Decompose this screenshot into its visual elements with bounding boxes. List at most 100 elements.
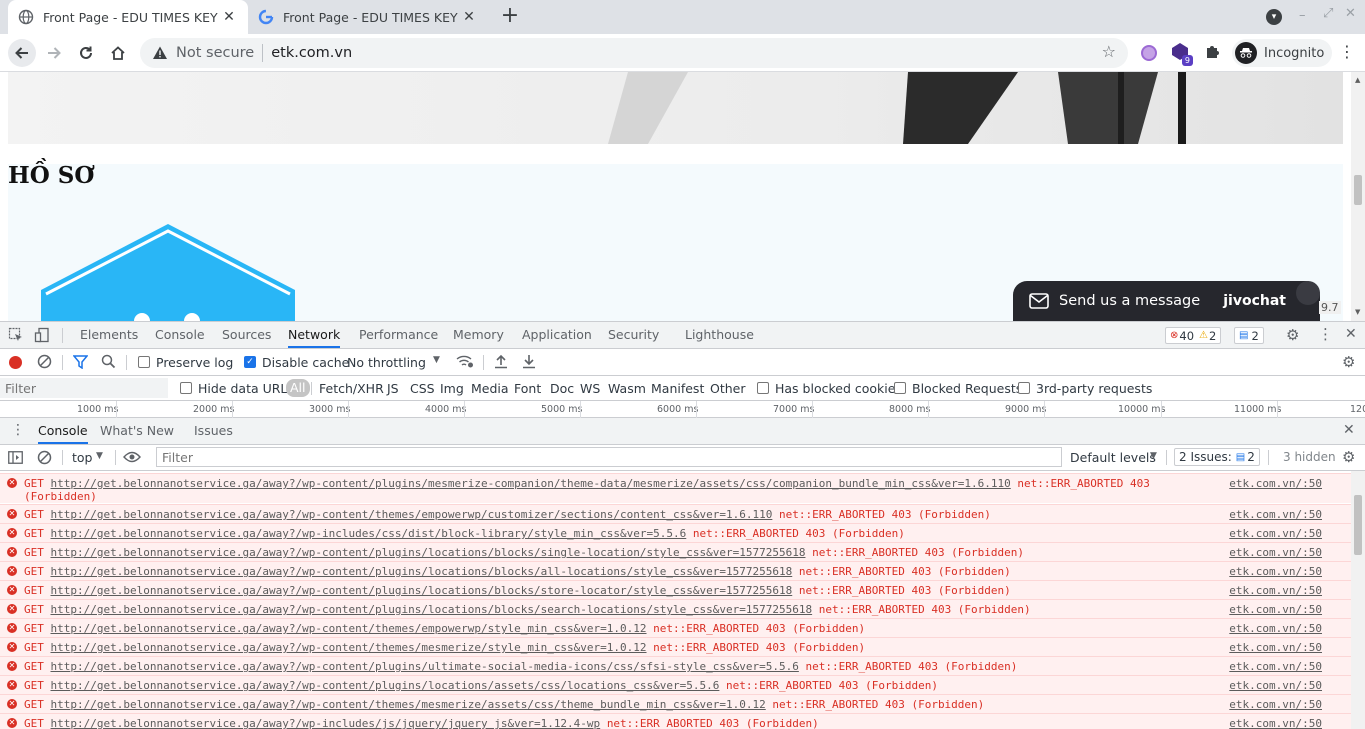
request-url[interactable]: http://get.belonnanotservice.ga/away?/wp… — [51, 508, 773, 521]
source-link[interactable]: etk.com.vn/:50 — [1229, 679, 1322, 692]
type-filter-media[interactable]: Media — [471, 381, 509, 396]
source-link[interactable]: etk.com.vn/:50 — [1229, 584, 1322, 597]
type-filter-doc[interactable]: Doc — [550, 381, 574, 396]
console-message[interactable]: ✕ GET http://get.belonnanotservice.ga/aw… — [0, 713, 1351, 729]
eye-icon[interactable] — [123, 451, 141, 466]
source-link[interactable]: etk.com.vn/:50 — [1229, 565, 1322, 578]
type-filter-js[interactable]: JS — [387, 381, 399, 396]
record-button[interactable] — [9, 356, 22, 369]
network-filter-input[interactable] — [5, 379, 163, 397]
console-message[interactable]: ✕ GET http://get.belonnanotservice.ga/aw… — [0, 618, 1351, 637]
console-message[interactable]: ✕ GET http://get.belonnanotservice.ga/aw… — [0, 561, 1351, 580]
chevron-down-icon[interactable]: ▼ — [1150, 451, 1157, 461]
sidebar-toggle-icon[interactable] — [8, 451, 23, 467]
tab-application[interactable]: Application — [522, 322, 592, 348]
blocked-cookies-checkbox[interactable] — [757, 382, 769, 394]
console-settings-icon[interactable]: ⚙ — [1342, 448, 1355, 466]
tab-search-icon[interactable]: ▾ — [1266, 9, 1282, 25]
chevron-down-icon[interactable]: ▼ — [433, 355, 440, 365]
request-url[interactable]: http://get.belonnanotservice.ga/away?/wp… — [51, 546, 806, 559]
type-filter-manifest[interactable]: Manifest — [651, 381, 704, 396]
type-filter-xhr[interactable]: Fetch/XHR — [319, 381, 384, 396]
search-icon[interactable] — [101, 354, 116, 372]
scrollbar-thumb[interactable] — [1354, 175, 1362, 205]
tab-lighthouse[interactable]: Lighthouse — [685, 322, 754, 348]
drawer-menu-icon[interactable]: ⋮ — [11, 422, 25, 438]
preserve-log-checkbox[interactable] — [138, 356, 150, 368]
request-url[interactable]: http://get.belonnanotservice.ga/away?/wp… — [51, 679, 720, 692]
console-message[interactable]: ✕ GET http://get.belonnanotservice.ga/aw… — [0, 580, 1351, 599]
request-url[interactable]: http://get.belonnanotservice.ga/away?/wp… — [51, 641, 647, 654]
levels-select[interactable]: Default levels — [1070, 450, 1156, 465]
network-settings-icon[interactable]: ⚙ — [1342, 353, 1355, 371]
issues-counter[interactable]: ▤ 2 — [1234, 327, 1264, 344]
browser-tab-2[interactable]: Front Page - EDU TIMES KEY GL ✕ — [248, 0, 488, 34]
source-link[interactable]: etk.com.vn/:50 — [1229, 527, 1322, 540]
source-link[interactable]: etk.com.vn/:50 — [1229, 508, 1322, 521]
source-link[interactable]: etk.com.vn/:50 — [1229, 622, 1322, 635]
network-timeline[interactable]: 1000 ms 2000 ms 3000 ms 4000 ms 5000 ms … — [0, 401, 1365, 418]
source-link[interactable]: etk.com.vn/:50 — [1229, 698, 1322, 711]
star-icon[interactable]: ☆ — [1102, 44, 1116, 60]
device-toolbar-icon[interactable] — [34, 327, 50, 343]
tab-network[interactable]: Network — [288, 322, 341, 348]
tab-console[interactable]: Console — [155, 322, 205, 348]
url-text[interactable]: etk.com.vn — [271, 45, 352, 61]
console-message[interactable]: ✕ GET http://get.belonnanotservice.ga/aw… — [0, 694, 1351, 713]
request-url[interactable]: http://get.belonnanotservice.ga/away?/wp… — [51, 565, 793, 578]
disable-cache-checkbox[interactable]: ✓ — [244, 356, 256, 368]
console-filter-input[interactable] — [156, 447, 1062, 467]
source-link[interactable]: etk.com.vn/:50 — [1229, 546, 1322, 559]
chat-label[interactable]: Send us a message — [1059, 293, 1200, 309]
type-filter-ws[interactable]: WS — [580, 381, 600, 396]
security-label[interactable]: Not secure — [176, 45, 254, 61]
chevron-down-icon[interactable]: ▼ — [96, 451, 103, 461]
request-url[interactable]: http://get.belonnanotservice.ga/away?/wp… — [51, 527, 687, 540]
import-har-icon[interactable] — [494, 354, 508, 372]
blocked-requests-checkbox[interactable] — [894, 382, 906, 394]
maximize-icon[interactable]: ⤢ — [1323, 6, 1333, 21]
tab-memory[interactable]: Memory — [453, 322, 504, 348]
type-filter-font[interactable]: Font — [514, 381, 541, 396]
inspect-icon[interactable] — [8, 327, 24, 343]
address-bar[interactable]: Not secure etk.com.vn ☆ — [140, 38, 1128, 68]
extension-badge-icon[interactable]: 9 — [1171, 42, 1193, 66]
request-url[interactable]: http://get.belonnanotservice.ga/away?/wp… — [51, 698, 766, 711]
type-filter-all[interactable]: All — [286, 379, 310, 397]
tab-security[interactable]: Security — [608, 322, 659, 348]
window-close-icon[interactable]: ✕ — [1345, 6, 1356, 21]
filter-icon[interactable] — [72, 355, 89, 372]
third-party-checkbox[interactable] — [1018, 382, 1030, 394]
type-filter-css[interactable]: CSS — [410, 381, 435, 396]
export-har-icon[interactable] — [522, 354, 536, 372]
request-url[interactable]: http://get.belonnanotservice.ga/away?/wp… — [51, 660, 799, 673]
console-message[interactable]: ✕ GET http://get.belonnanotservice.ga/aw… — [0, 637, 1351, 656]
settings-gear-icon[interactable]: ⚙ — [1286, 326, 1299, 344]
close-icon[interactable]: ✕ — [220, 9, 238, 25]
source-link[interactable]: etk.com.vn/:50 — [1229, 660, 1322, 673]
close-devtools-icon[interactable]: ✕ — [1345, 326, 1357, 342]
issues-button[interactable]: 2 Issues: ▤ 2 — [1174, 448, 1260, 466]
hide-data-urls-checkbox[interactable] — [180, 382, 192, 394]
console-message[interactable]: ✕ GET http://get.belonnanotservice.ga/aw… — [0, 656, 1351, 675]
request-url[interactable]: http://get.belonnanotservice.ga/away?/wp… — [51, 622, 647, 635]
source-link[interactable]: etk.com.vn/:50 — [1229, 717, 1322, 729]
drawer-tab-whats-new[interactable]: What's New — [100, 418, 174, 444]
source-link[interactable]: etk.com.vn/:50 — [1229, 477, 1322, 490]
chat-widget[interactable]: Send us a message jivochat — [1013, 281, 1320, 321]
puzzle-icon[interactable] — [1204, 43, 1222, 65]
browser-menu-icon[interactable]: ⋮ — [1339, 43, 1355, 61]
console-message[interactable]: ✕ GET http://get.belonnanotservice.ga/aw… — [0, 504, 1351, 523]
throttling-select[interactable]: No throttling — [347, 355, 426, 370]
clear-console-icon[interactable] — [37, 450, 52, 468]
source-link[interactable]: etk.com.vn/:50 — [1229, 603, 1322, 616]
clear-icon[interactable] — [37, 354, 52, 369]
warning-icon[interactable] — [152, 45, 168, 61]
back-button[interactable] — [8, 39, 36, 67]
type-filter-other[interactable]: Other — [710, 381, 746, 396]
console-message[interactable]: ✕ GET http://get.belonnanotservice.ga/aw… — [0, 542, 1351, 561]
extension-icon[interactable] — [1141, 45, 1157, 61]
forward-button[interactable] — [40, 39, 68, 67]
home-button[interactable] — [104, 39, 132, 67]
console-message[interactable]: ✕ GET http://get.belonnanotservice.ga/aw… — [0, 473, 1351, 503]
